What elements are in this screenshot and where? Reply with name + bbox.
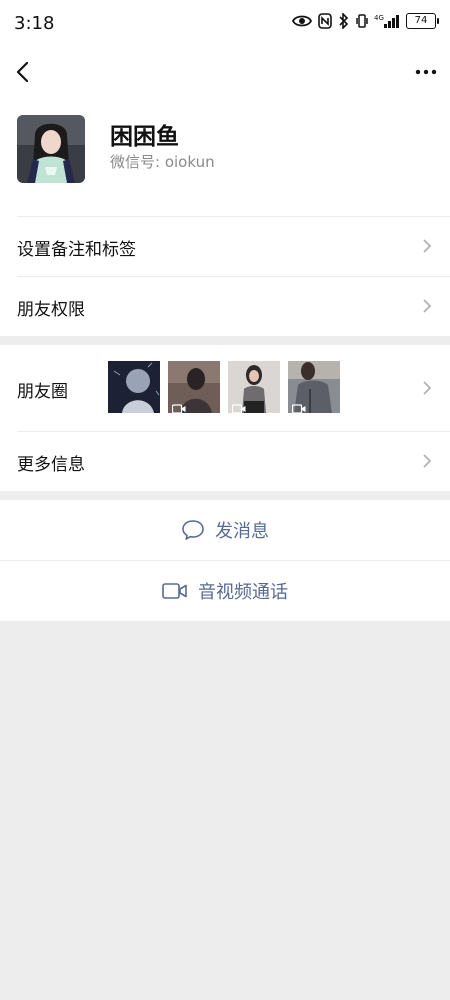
moments-row[interactable]: 朋友圈	[0, 345, 450, 431]
status-bar: 3:18 4G 74	[0, 0, 450, 48]
vibrate-icon	[356, 13, 368, 29]
moments-thumbnail	[288, 361, 340, 413]
video-camera-icon	[162, 582, 188, 600]
wechat-id: 微信号: oiokun	[110, 153, 215, 171]
status-time: 3:18	[14, 13, 55, 34]
more-info-label: 更多信息	[17, 455, 85, 475]
chevron-right-icon	[420, 296, 434, 316]
video-icon	[231, 399, 246, 413]
moments-thumbnail	[168, 361, 220, 413]
section-gap	[0, 491, 450, 500]
nfc-icon	[318, 13, 332, 29]
status-icons: 4G 74	[292, 13, 439, 29]
bluetooth-icon	[338, 13, 350, 29]
moments-thumbnail	[108, 361, 160, 413]
chevron-right-icon	[420, 451, 434, 471]
profile-header: 困困鱼 微信号: oiokun	[0, 100, 450, 216]
signal-4g-icon: 4G	[374, 13, 400, 29]
moments-thumbnails	[108, 361, 340, 413]
contact-profile-page: 3:18 4G 74 困困鱼 微信号: oiokun 设置备注和标签 朋友权限 …	[0, 0, 450, 1000]
back-arrow-icon[interactable]	[10, 58, 38, 86]
eye-icon	[292, 14, 312, 28]
send-message-label: 发消息	[215, 521, 269, 542]
avatar[interactable]	[17, 115, 85, 183]
video-call-button[interactable]: 音视频通话	[0, 561, 450, 621]
chat-bubble-icon	[181, 519, 205, 541]
profile-name: 困困鱼	[110, 124, 179, 150]
section-gap	[0, 336, 450, 345]
friend-permissions-label: 朋友权限	[17, 300, 85, 320]
chevron-right-icon	[420, 378, 434, 398]
svg-text:4G: 4G	[374, 14, 384, 22]
chevron-right-icon	[420, 236, 434, 256]
friend-permissions-row[interactable]: 朋友权限	[0, 277, 450, 336]
moments-label: 朋友圈	[17, 382, 68, 402]
remark-tags-row[interactable]: 设置备注和标签	[0, 217, 450, 276]
remark-tags-label: 设置备注和标签	[17, 240, 136, 260]
more-options-icon[interactable]	[412, 58, 440, 86]
send-message-button[interactable]: 发消息	[0, 500, 450, 560]
video-call-label: 音视频通话	[198, 582, 288, 603]
video-icon	[171, 399, 186, 413]
nav-bar	[0, 48, 450, 100]
video-icon	[291, 399, 306, 413]
battery-indicator: 74	[406, 13, 439, 29]
moments-thumbnail	[228, 361, 280, 413]
more-info-row[interactable]: 更多信息	[0, 432, 450, 491]
